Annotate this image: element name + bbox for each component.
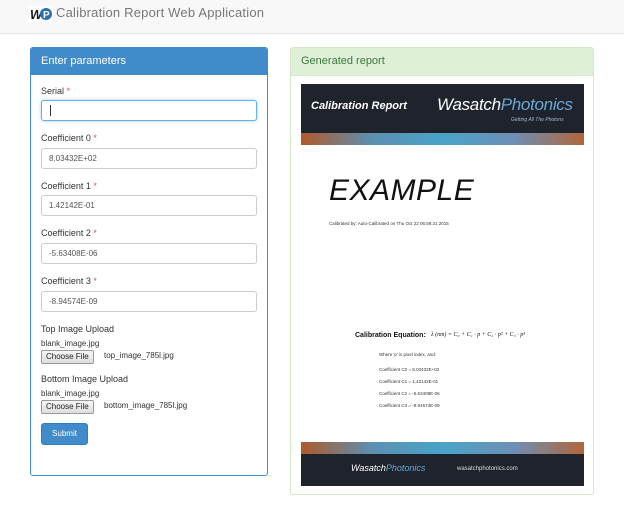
coefficient-2-label: Coefficient 2 * [41,228,97,238]
report-brand: WasatchPhotonics [437,95,573,115]
serial-label-text: Serial [41,86,65,96]
report-calibrated-by: Calibrated by: Auto-Calibrated on Thu Oc… [329,221,449,226]
report-preview: Calibration Report WasatchPhotonics Gett… [301,84,584,486]
wp-logo-icon[interactable]: W P [29,4,53,24]
serial-label: Serial * [41,86,70,96]
svg-text:P: P [43,10,50,21]
report-equation-label: Calibration Equation: [355,332,426,339]
navbar: W P Calibration Report Web Application [0,0,624,34]
parameters-panel: Enter parameters Serial * Coefficient 0 … [30,47,268,476]
brand-photonics: Photonics [500,95,573,114]
required-mark: * [93,276,97,286]
report-header-banner: Calibration Report WasatchPhotonics Gett… [301,84,584,133]
top-image-current: blank_image.jpg [41,339,100,348]
text-caret [50,105,51,116]
footer-brand-photonics: Photonics [385,463,426,473]
serial-input[interactable] [41,100,257,121]
top-image-choose-file-button[interactable]: Choose File [41,350,94,364]
required-mark: * [93,228,97,238]
coefficient-0-label-text: Coefficient 0 [41,133,91,143]
coefficient-1-input[interactable]: 1.42142E-01 [41,195,257,216]
report-coefficient-c0: Coefficient C0 = 8.03432E+02 [379,367,440,372]
top-image-upload-label: Top Image Upload [41,324,115,334]
coefficient-1-label: Coefficient 1 * [41,181,97,191]
footer-brand-wasatch: Wasatch [351,463,386,473]
brand-wasatch: Wasatch [437,95,501,114]
submit-button[interactable]: Submit [41,423,88,445]
bottom-image-current: blank_image.jpg [41,389,100,398]
required-mark: * [66,86,71,96]
bottom-image-file-name: bottom_image_785l.jpg [104,401,188,410]
report-brand-tagline: Getting All The Photons [511,117,564,123]
coefficient-3-label: Coefficient 3 * [41,276,97,286]
report-footer-url: wasatchphotonics.com [457,466,518,472]
report-header-stripe [301,133,584,145]
report-where-text: Where 'p' is pixel index, and: [379,352,436,357]
report-header-title: Calibration Report [311,100,407,112]
report-heading: Generated report [291,48,593,76]
bottom-image-upload-label: Bottom Image Upload [41,374,129,384]
required-mark: * [93,181,97,191]
report-footer-brand: WasatchPhotonics [351,463,425,473]
report-panel: Generated report Calibration Report Wasa… [290,47,594,495]
report-coefficient-c3: Coefficient C3 = -8.94574E-09 [379,403,440,408]
report-footer-banner: WasatchPhotonics wasatchphotonics.com [301,454,584,486]
report-equation-formula: λ (nm) = C₀ + C₁ · p + C₂ · p² + C₃ · p³ [431,332,526,338]
top-image-file-name: top_image_785l.jpg [104,351,174,360]
app-title[interactable]: Calibration Report Web Application [56,5,264,20]
report-coefficient-c2: Coefficient C2 = -5.63408E-06 [379,391,440,396]
coefficient-0-label: Coefficient 0 * [41,133,97,143]
coefficient-3-input[interactable]: -8.94574E-09 [41,291,257,312]
coefficient-1-label-text: Coefficient 1 [41,181,91,191]
parameters-heading: Enter parameters [31,48,267,75]
coefficient-3-label-text: Coefficient 3 [41,276,91,286]
report-footer-stripe [301,442,584,454]
report-coefficient-c1: Coefficient C1 = 1.42142E-01 [379,379,439,384]
bottom-image-choose-file-button[interactable]: Choose File [41,400,94,414]
report-example-text: EXAMPLE [329,174,475,207]
coefficient-2-input[interactable]: -5.63408E-06 [41,243,257,264]
required-mark: * [93,133,97,143]
coefficient-2-label-text: Coefficient 2 [41,228,91,238]
coefficient-0-input[interactable]: 8.03432E+02 [41,148,257,169]
